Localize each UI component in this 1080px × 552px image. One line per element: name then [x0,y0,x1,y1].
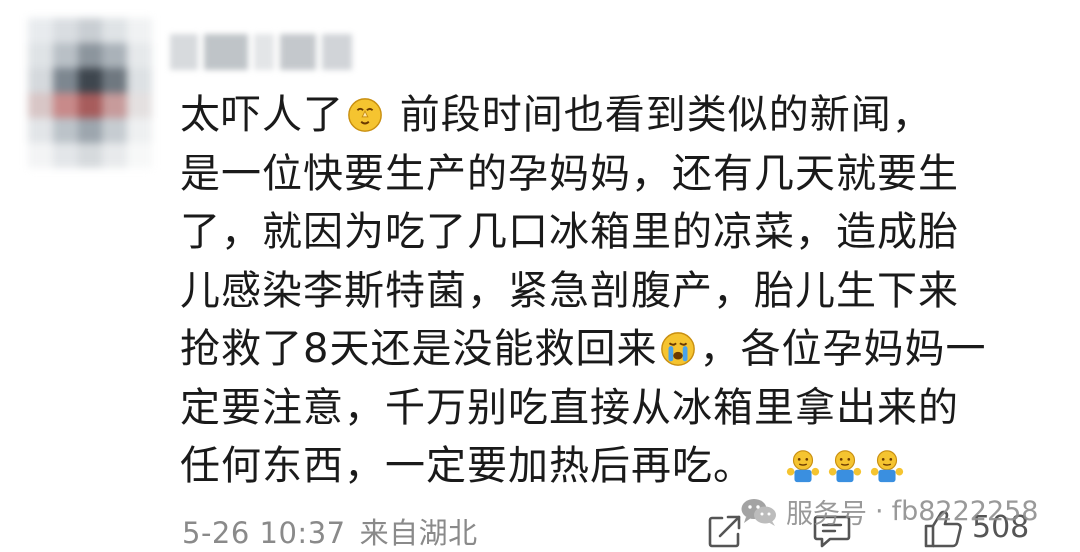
comment-line-1: 太吓人了 前段时间也看到类似的新闻， [180,92,933,138]
wechat-watermark: 服务号 · fb8222258 [740,492,1039,531]
watermark-separator: · [875,496,884,527]
comment-line-3: 了，就因为吃了几口冰箱里的凉菜，造成胎 [180,209,959,255]
comment-text: 太吓人了 前段时间也看到类似的新闻， 是一位快要生产的孕妈妈，还有几天就要生 了… [180,86,1040,496]
praying-face-emoji-icon [348,98,382,132]
watermark-account-type: 服务号 [786,499,867,530]
comment-line-5: 抢救了8天还是没能救回来 ，各位孕妈妈一 [180,326,987,372]
comment-location: 来自湖北 [359,516,478,550]
avatar[interactable] [28,18,152,168]
crying-face-emoji-icon [661,332,696,366]
comment-timestamp: 5-26 10:37 [182,516,346,550]
comment-card: 太吓人了 前段时间也看到类似的新闻， 是一位快要生产的孕妈妈，还有几天就要生 了… [0,0,1080,552]
comment-line-2: 是一位快要生产的孕妈妈，还有几天就要生 [180,150,959,197]
username-blurred[interactable] [170,34,360,70]
share-icon[interactable] [706,512,744,550]
shrug-emoji-icon [870,450,904,483]
comment-line-4: 儿感染李斯特菌，紧急剖腹产，胎儿生下来 [180,267,959,314]
comment-line-7: 任何东西，一定要加热后再吃。 [180,437,1040,496]
wechat-logo-icon [741,498,776,526]
comment-line-6: 定要注意，千万别吃直接从冰箱里拿出来的 [180,384,959,431]
shrug-emoji-icon [828,450,862,483]
shrug-emoji-icon [786,450,820,483]
comment-meta: 5-26 10:37 来自湖北 [182,510,492,552]
watermark-account-id: fb8222258 [891,496,1039,527]
